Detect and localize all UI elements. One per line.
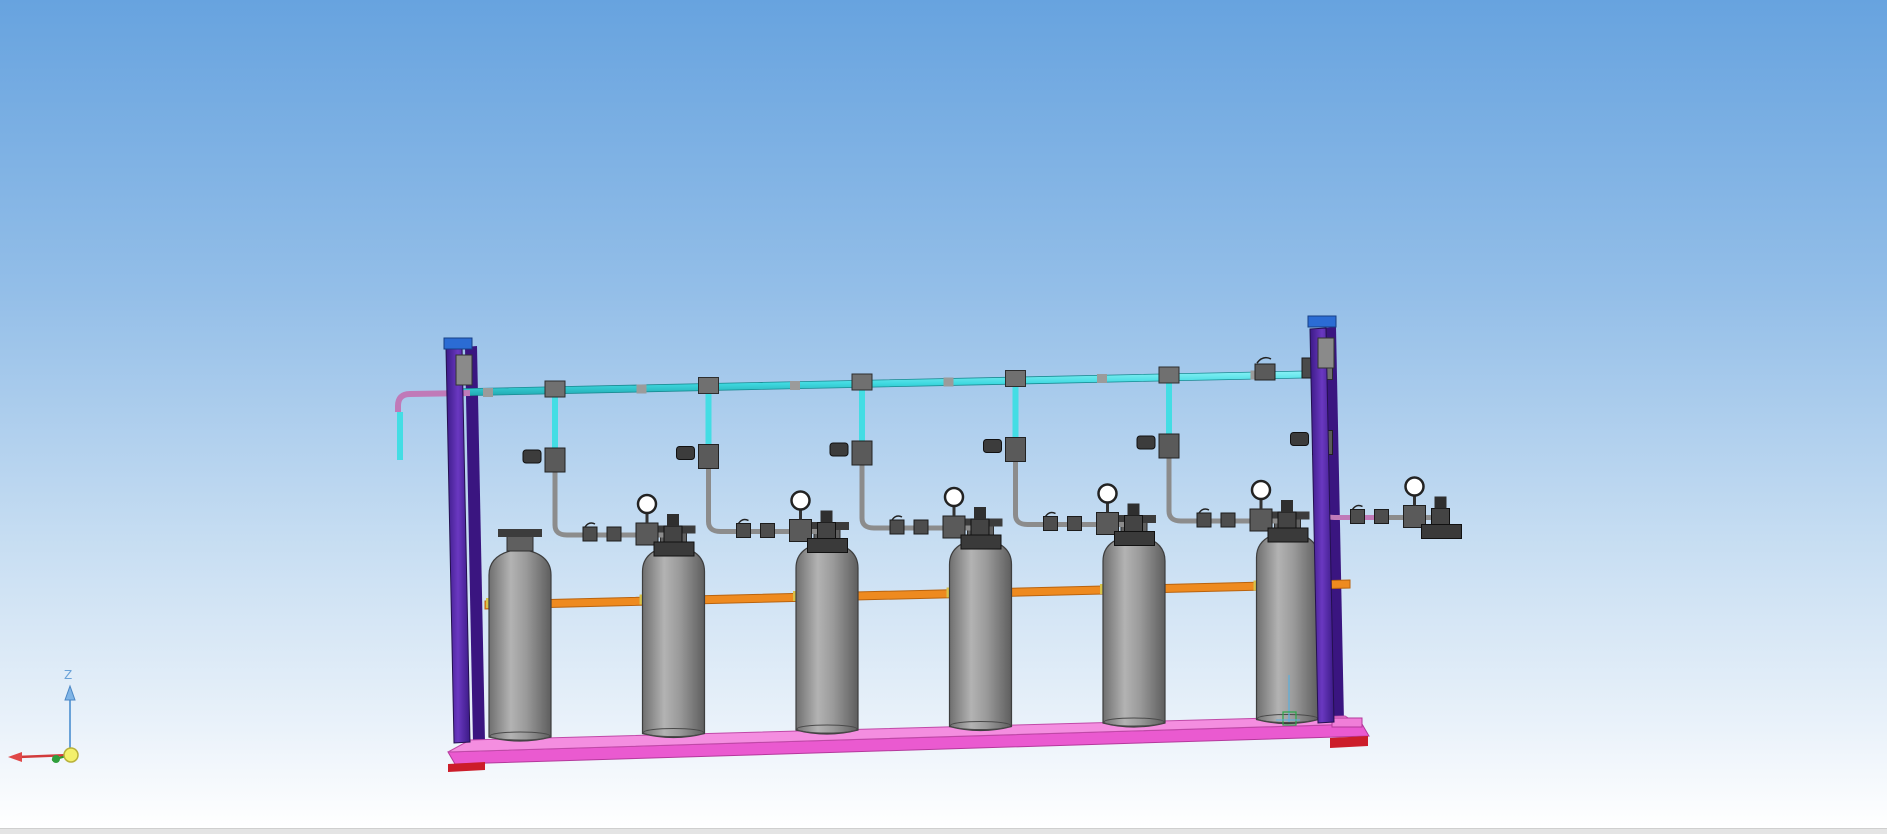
inline-valve bbox=[1043, 516, 1058, 531]
drop-pipe bbox=[1166, 458, 1229, 524]
header-coupling bbox=[483, 388, 493, 397]
inline-valve bbox=[760, 523, 775, 538]
status-strip bbox=[0, 828, 1887, 834]
inline-valve bbox=[736, 523, 751, 538]
cylinder-connector bbox=[970, 518, 990, 538]
restraint-bar bbox=[484, 579, 1351, 610]
right-post-bracket bbox=[1317, 337, 1335, 369]
base-frame bbox=[447, 715, 1370, 772]
right-post-cap bbox=[1307, 315, 1337, 328]
y-axis-dot-icon bbox=[52, 755, 60, 763]
axis-triad[interactable]: Z bbox=[8, 668, 79, 763]
drop-pipe bbox=[552, 472, 615, 538]
gas-cylinder bbox=[641, 544, 706, 739]
gas-cylinder bbox=[488, 548, 552, 742]
valve-handle-icon bbox=[1198, 508, 1210, 514]
pressure-gauge-icon bbox=[1404, 476, 1425, 497]
shutoff-valve bbox=[1005, 437, 1026, 462]
pressure-gauge-icon bbox=[1250, 479, 1272, 501]
pigtail-adapter bbox=[1267, 527, 1309, 543]
restraint-bar-group bbox=[484, 579, 1351, 610]
cylinder-valve-body bbox=[498, 529, 542, 537]
header-tee-fitting bbox=[851, 373, 873, 391]
base-end-plate bbox=[1331, 717, 1363, 728]
cylinder-connector bbox=[1124, 515, 1143, 534]
solenoid-coil bbox=[676, 446, 695, 460]
handwheel-icon bbox=[974, 507, 986, 519]
inline-valve bbox=[582, 526, 598, 542]
valve-handle-icon bbox=[737, 518, 749, 524]
valve-handle-icon bbox=[584, 522, 596, 528]
z-axis-label: Z bbox=[64, 668, 72, 682]
cylinder-connector bbox=[1431, 508, 1450, 527]
handwheel-icon bbox=[1281, 500, 1293, 512]
inline-valve bbox=[1374, 509, 1389, 524]
z-axis-arrow-icon bbox=[64, 684, 76, 701]
gas-cylinder bbox=[1102, 534, 1166, 728]
cylinder-group bbox=[488, 511, 1320, 742]
gas-cylinder bbox=[1255, 530, 1320, 725]
inline-valve bbox=[1196, 512, 1212, 528]
header-end-valve-handle-icon bbox=[1256, 356, 1272, 364]
handwheel-icon bbox=[1127, 503, 1140, 516]
valve-handle-icon bbox=[1351, 504, 1363, 510]
valve-handle-icon bbox=[1044, 511, 1056, 517]
origin-sphere-icon bbox=[63, 747, 79, 763]
handwheel-icon bbox=[820, 510, 833, 523]
header-coupling bbox=[943, 377, 954, 387]
handwheel-icon bbox=[1434, 496, 1447, 509]
base-foot-left bbox=[448, 762, 485, 772]
inline-valve bbox=[913, 519, 929, 535]
inline-valve bbox=[1350, 509, 1365, 524]
header-tee-fitting bbox=[698, 377, 719, 394]
cad-viewport[interactable]: Z bbox=[0, 0, 1887, 828]
drop-pipe bbox=[706, 468, 769, 534]
shutoff-valve bbox=[544, 447, 566, 473]
pigtail-adapter bbox=[653, 541, 695, 557]
shutoff-valve bbox=[851, 440, 873, 466]
header-tee-fitting bbox=[544, 380, 566, 398]
pressure-gauge-icon bbox=[790, 490, 811, 511]
pigtail-adapter bbox=[1421, 524, 1462, 539]
solenoid-coil bbox=[522, 449, 542, 464]
header-coupling bbox=[1097, 374, 1107, 383]
cylinder-connector bbox=[663, 525, 683, 545]
cylinder-neck bbox=[506, 534, 534, 552]
pigtail-adapter bbox=[960, 534, 1002, 550]
pressure-gauge-icon bbox=[636, 493, 658, 515]
left-post-bracket bbox=[455, 354, 473, 386]
gas-cylinder-manifold-model[interactable]: Z bbox=[0, 0, 1887, 828]
header-coupling bbox=[790, 381, 800, 390]
drop-pipe bbox=[859, 465, 922, 531]
header-end-valve bbox=[1254, 363, 1276, 381]
pigtail-adapter bbox=[807, 538, 848, 553]
inline-valve bbox=[1067, 516, 1082, 531]
gas-cylinder bbox=[948, 537, 1013, 732]
header-tee-fitting bbox=[1005, 370, 1026, 387]
shutoff-valve bbox=[698, 444, 719, 469]
base-foot-right bbox=[1330, 736, 1368, 748]
handwheel-icon bbox=[667, 514, 679, 526]
valve-handle-icon bbox=[891, 515, 903, 521]
header-tee-fitting bbox=[1158, 366, 1180, 384]
solenoid-coil bbox=[829, 442, 849, 457]
pigtail-adapter bbox=[1114, 531, 1155, 546]
drop-pipe bbox=[1013, 461, 1076, 527]
solenoid-coil bbox=[1290, 432, 1309, 446]
pressure-gauge-icon bbox=[1097, 483, 1118, 504]
inline-valve bbox=[606, 526, 622, 542]
cylinder-connector bbox=[1277, 511, 1297, 531]
cylinder-connector bbox=[817, 522, 836, 541]
left-post-cap bbox=[443, 337, 473, 350]
x-axis-arrow-icon bbox=[8, 752, 22, 762]
header-coupling bbox=[636, 384, 647, 394]
solenoid-coil bbox=[1136, 435, 1156, 450]
gas-cylinder bbox=[795, 541, 859, 735]
pressure-gauge-icon bbox=[943, 486, 965, 508]
inline-valve bbox=[1220, 512, 1236, 528]
inline-valve bbox=[889, 519, 905, 535]
shutoff-valve bbox=[1158, 433, 1180, 459]
solenoid-coil bbox=[983, 439, 1002, 453]
